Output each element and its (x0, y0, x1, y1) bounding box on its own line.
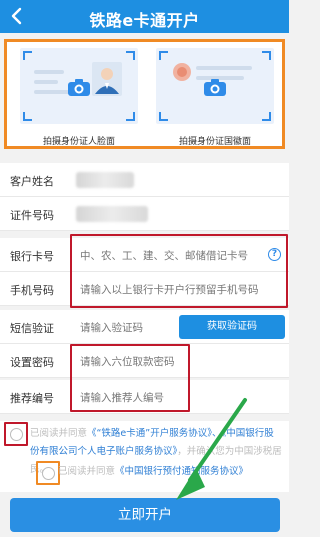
agreement-section: 已阅读并同意《“铁路e卡通”开户服务协议》、《中国银行股份有限公司个人电子账户服… (0, 421, 289, 492)
name-row: 客户姓名 (0, 163, 289, 197)
agreement-text-2: 已阅读并同意《中国银行预付通知服务协议》 (58, 466, 249, 477)
referral-input[interactable]: 请输入推荐人编号 (80, 390, 164, 405)
sms-input[interactable]: 请输入验证码 (80, 320, 143, 335)
id-number-value-redacted (76, 206, 148, 222)
agreement-checkbox-1[interactable] (10, 428, 23, 441)
boc-prepaid-agreement-link[interactable]: 《中国银行预付通知服务协议》 (115, 466, 248, 477)
id-back-label: 拍摄身份证国徽面 (178, 137, 251, 147)
sms-label: 短信验证 (10, 322, 54, 335)
agreement-checkbox-2[interactable] (42, 467, 55, 480)
id-back-capture[interactable] (156, 48, 274, 124)
name-label: 客户姓名 (10, 175, 54, 188)
camera-icon (204, 79, 226, 96)
emblem-icon (173, 63, 191, 81)
password-input[interactable]: 请输入六位取款密码 (80, 354, 175, 369)
portrait-icon (92, 62, 122, 96)
phone-row: 手机号码 请输入以上银行卡开户行预留手机号码 (0, 272, 289, 306)
sms-row: 短信验证 请输入验证码 获取验证码 (0, 310, 289, 344)
password-row: 设置密码 请输入六位取款密码 (0, 344, 289, 378)
open-account-button[interactable]: 立即开户 (10, 498, 280, 532)
help-icon[interactable]: ? (268, 248, 281, 261)
get-sms-code-button[interactable]: 获取验证码 (179, 315, 285, 339)
id-number-row: 证件号码 (0, 197, 289, 231)
rail-card-agreement-link[interactable]: 《“铁路e卡通”开户服务协议》 (87, 428, 212, 439)
phone-input[interactable]: 请输入以上银行卡开户行预留手机号码 (80, 282, 259, 297)
phone-label: 手机号码 (10, 284, 54, 297)
page-title: 铁路e卡通开户 (89, 11, 200, 30)
camera-icon (68, 79, 90, 96)
id-number-label: 证件号码 (10, 209, 54, 222)
password-label: 设置密码 (10, 356, 54, 369)
id-front-label: 拍摄身份证人脸面 (42, 137, 115, 147)
referral-row: 推荐编号 请输入推荐人编号 (0, 380, 289, 414)
id-capture-panel: 拍摄身份证人脸面 拍摄身份证国徽面 (4, 39, 285, 149)
id-card-lines (34, 70, 70, 100)
header-bar: 铁路e卡通开户 (0, 0, 289, 33)
card-row: 银行卡号 中、农、工、建、交、邮储借记卡号 ? (0, 238, 289, 272)
id-front-capture[interactable] (20, 48, 138, 124)
referral-label: 推荐编号 (10, 392, 54, 405)
card-label: 银行卡号 (10, 250, 54, 263)
name-value-redacted (76, 172, 134, 188)
card-input[interactable]: 中、农、工、建、交、邮储借记卡号 (80, 248, 248, 263)
